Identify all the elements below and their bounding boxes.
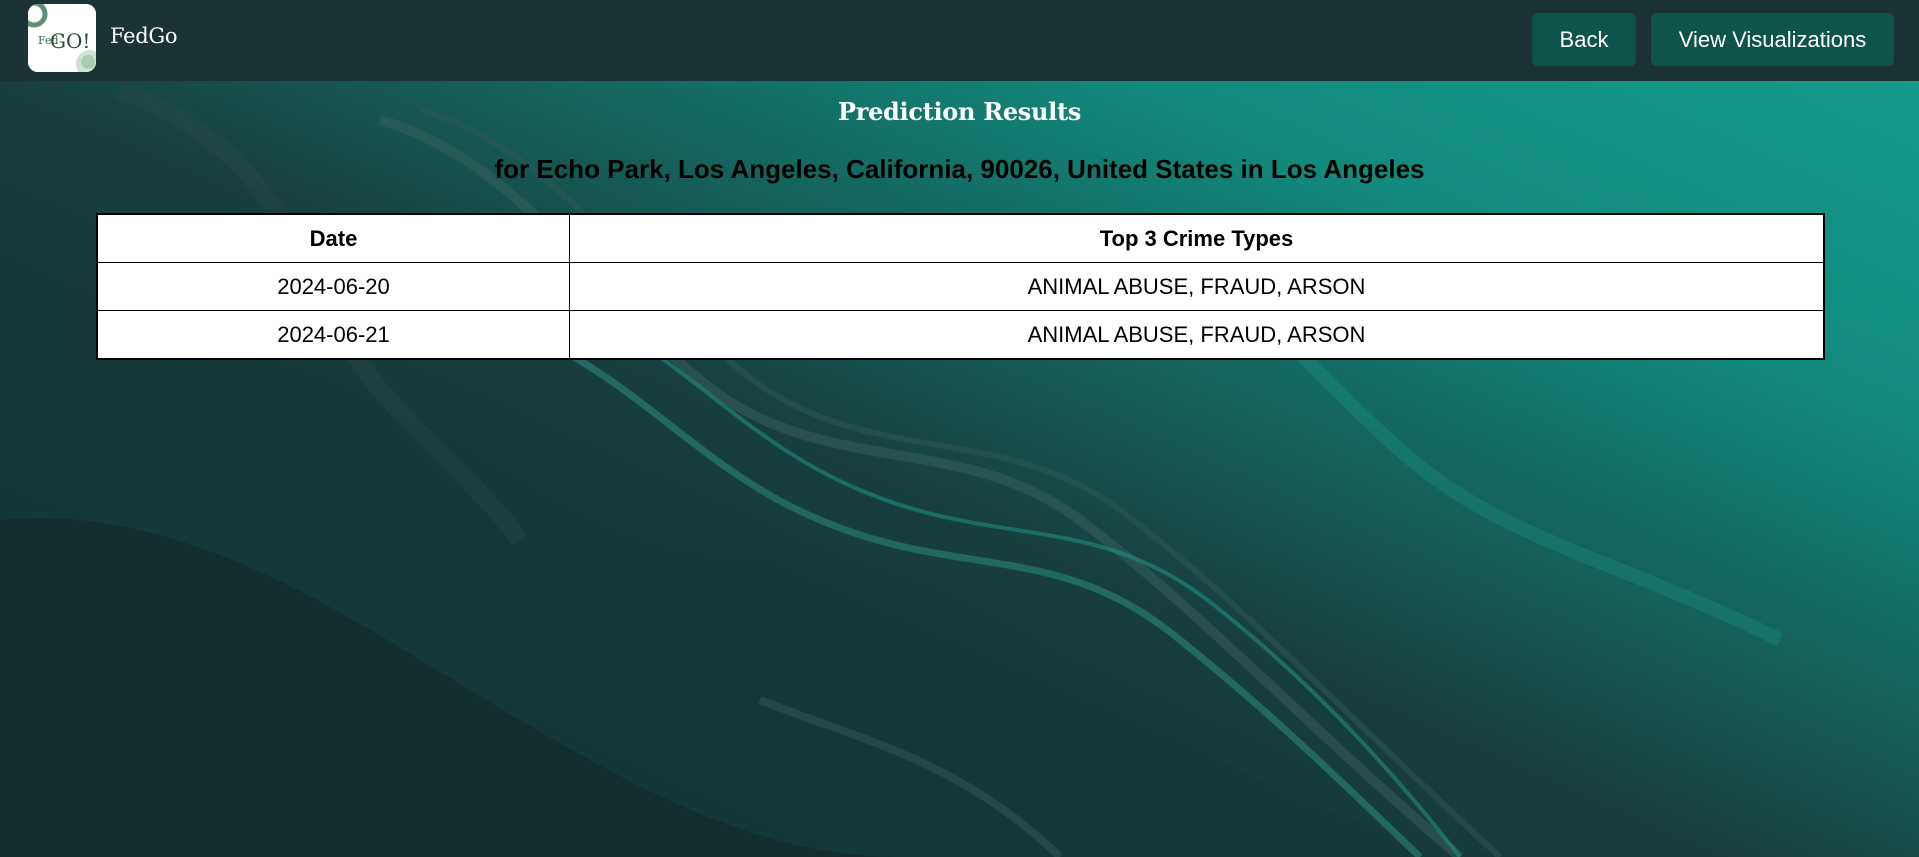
brand-name[interactable]: FedGo — [110, 24, 178, 48]
header-date: Date — [96, 213, 570, 263]
cell-crime-types: ANIMAL ABUSE, FRAUD, ARSON — [569, 262, 1825, 311]
background-waves — [0, 0, 1919, 857]
table-row: 2024-06-21 ANIMAL ABUSE, FRAUD, ARSON — [96, 310, 1825, 360]
view-visualizations-button[interactable]: View Visualizations — [1651, 13, 1894, 66]
table-row: 2024-06-20 ANIMAL ABUSE, FRAUD, ARSON — [96, 262, 1825, 311]
page-title: Prediction Results — [838, 97, 1081, 126]
fedgo-logo[interactable]: Fed GO! — [28, 4, 96, 72]
table-header-row: Date Top 3 Crime Types — [96, 213, 1825, 263]
location-subtitle: for Echo Park, Los Angeles, California, … — [494, 154, 1425, 184]
top-navbar: Fed GO! FedGo Back View Visualizations — [0, 0, 1919, 81]
prediction-results-table: Date Top 3 Crime Types 2024-06-20 ANIMAL… — [96, 213, 1825, 360]
back-button[interactable]: Back — [1532, 13, 1636, 66]
svg-text:GO!: GO! — [50, 29, 90, 53]
cell-crime-types: ANIMAL ABUSE, FRAUD, ARSON — [569, 310, 1825, 360]
header-crime-types: Top 3 Crime Types — [569, 213, 1825, 263]
cell-date: 2024-06-20 — [96, 262, 570, 311]
cell-date: 2024-06-21 — [96, 310, 570, 360]
